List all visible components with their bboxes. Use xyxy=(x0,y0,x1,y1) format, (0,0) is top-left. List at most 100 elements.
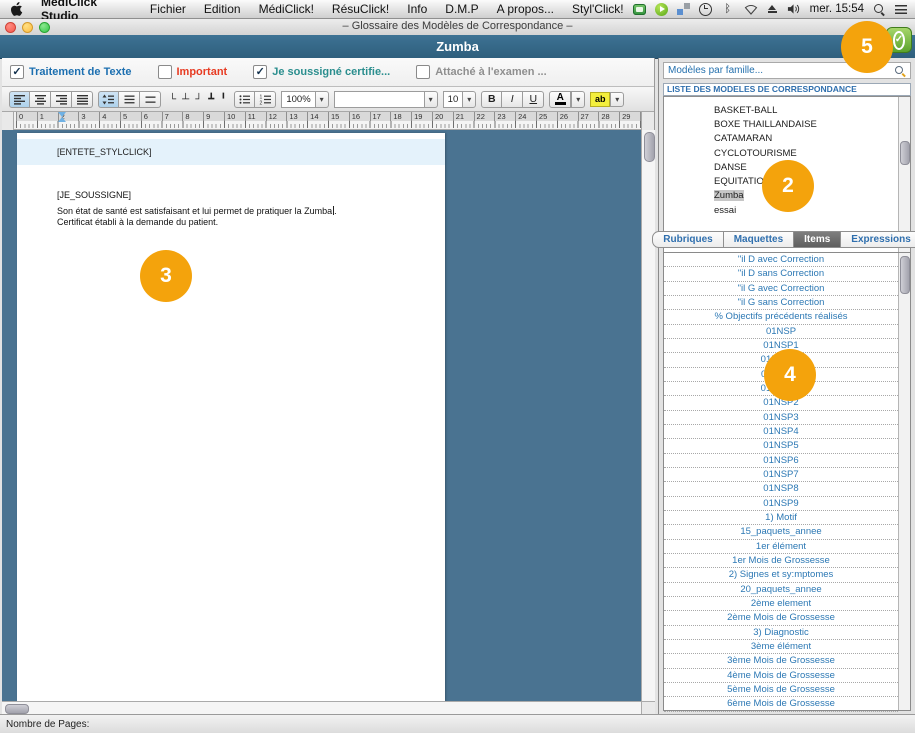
flag-checkbox[interactable]: Attaché à l'examen ... xyxy=(416,65,547,79)
item-list-row[interactable]: 2) Signes et sy:mptomes xyxy=(664,568,898,583)
status-bar: Nombre de Pages: xyxy=(0,714,915,733)
menu-item[interactable]: A propos... xyxy=(488,2,563,16)
notification-list-icon[interactable] xyxy=(895,4,907,14)
bluetooth-icon[interactable]: ᛒ xyxy=(721,2,735,16)
document-vertical-scrollbar[interactable] xyxy=(641,130,655,701)
items-scroll-thumb[interactable] xyxy=(900,256,910,294)
item-list-row[interactable]: 01NSP xyxy=(664,325,898,339)
menu-item[interactable]: RésuClick! xyxy=(323,2,398,16)
model-list-item[interactable]: BASKET-BALL xyxy=(664,103,898,117)
panel-tab[interactable]: Rubriques xyxy=(652,231,724,248)
align-right-button[interactable] xyxy=(51,90,72,108)
horizontal-scroll-thumb[interactable] xyxy=(5,703,29,714)
tab-stop-decimal-icon[interactable]: ┻ xyxy=(208,94,214,105)
menu-item[interactable]: Fichier xyxy=(141,2,195,16)
document-page[interactable]: [ENTETE_STYLCLICK] [JE_SOUSSIGNE] Son ét… xyxy=(17,133,445,701)
item-list-row[interactable]: 1) Motif xyxy=(664,511,898,526)
vertical-scroll-thumb[interactable] xyxy=(643,132,655,162)
item-list-row[interactable]: 01NSP4 xyxy=(664,425,898,440)
item-list-row[interactable]: 3ème élément xyxy=(664,640,898,655)
displays-status-icon[interactable] xyxy=(676,3,690,15)
font-color-button[interactable]: A xyxy=(549,90,572,108)
zoom-value[interactable]: 100% xyxy=(281,90,315,108)
highlight-button[interactable]: ab xyxy=(590,91,611,107)
italic-button[interactable]: I xyxy=(502,90,524,108)
spotlight-icon[interactable] xyxy=(873,3,886,16)
item-list-row[interactable]: "il D avec Correction xyxy=(664,253,898,268)
item-list-row[interactable]: 4ème Mois de Grossesse xyxy=(664,669,898,683)
item-list-row[interactable]: 3) Diagnostic xyxy=(664,626,898,640)
dmp-status-icon[interactable] xyxy=(632,3,646,15)
item-list-row[interactable]: 3ème Mois de Grossesse xyxy=(664,654,898,669)
menu-item[interactable]: MédiClick! xyxy=(250,2,323,16)
panel-tab[interactable]: Items xyxy=(794,231,842,248)
item-list-row[interactable]: 1er élément xyxy=(664,540,898,554)
item-list-row[interactable]: 01NSP6 xyxy=(664,454,898,468)
panel-tab[interactable]: Expressions xyxy=(841,231,915,248)
item-list-row[interactable]: 01NSP7 xyxy=(664,468,898,483)
time-machine-icon[interactable] xyxy=(698,2,712,16)
item-list-row[interactable]: "il D sans Correction xyxy=(664,267,898,282)
model-list-item[interactable]: CATAMARAN xyxy=(664,132,898,146)
item-list-row[interactable]: 2ème Mois de Grossesse xyxy=(664,611,898,626)
panel-tab[interactable]: Maquettes xyxy=(723,231,795,248)
item-list-row[interactable]: 6ème Mois de Grossesse xyxy=(664,697,898,712)
models-list-header: LISTE DES MODELES DE CORRESPONDANCE xyxy=(663,83,911,96)
menu-item[interactable]: Styl'Click! xyxy=(563,2,633,16)
menu-clock[interactable]: mer. 15:54 xyxy=(810,3,864,15)
item-list-row[interactable]: % Objectifs précédents réalisés xyxy=(664,310,898,325)
highlight-arrow-icon[interactable] xyxy=(610,91,625,107)
item-list-row[interactable]: 01NSP5 xyxy=(664,439,898,454)
search-icon[interactable] xyxy=(894,65,906,77)
item-list-row[interactable]: 01NSP9 xyxy=(664,497,898,511)
item-list-row[interactable]: 01NSP8 xyxy=(664,482,898,497)
double-space-button[interactable] xyxy=(140,90,161,108)
item-list-row[interactable]: 5ème Mois de Grossesse xyxy=(664,683,898,698)
item-list-row[interactable]: 15_paquets_annee xyxy=(664,525,898,540)
items-list: "il D avec Correction "il D sans Correct… xyxy=(663,252,911,712)
font-color-arrow-icon[interactable] xyxy=(571,90,586,108)
tab-stop-center-icon[interactable]: ┴ xyxy=(182,94,189,105)
tab-stop-left-icon[interactable]: └ xyxy=(169,94,176,105)
model-list-item[interactable]: BOXE THAILLANDAISE xyxy=(664,117,898,131)
font-dropdown-arrow-icon[interactable] xyxy=(423,90,438,108)
model-list-item[interactable]: CYCLOTOURISME xyxy=(664,146,898,160)
apple-menu-icon[interactable] xyxy=(10,1,23,17)
zoom-dropdown-arrow-icon[interactable] xyxy=(314,90,329,108)
font-size-dropdown-arrow-icon[interactable] xyxy=(462,90,477,108)
indent-marker[interactable] xyxy=(58,112,66,122)
numbered-list-button[interactable]: 12 xyxy=(255,90,277,108)
play-status-icon[interactable] xyxy=(654,2,668,16)
wifi-icon[interactable] xyxy=(744,2,758,16)
align-center-button[interactable] xyxy=(30,90,51,108)
items-scrollbar[interactable] xyxy=(898,253,910,710)
bold-button[interactable]: B xyxy=(481,90,503,108)
menu-item[interactable]: D.M.P xyxy=(436,2,487,16)
item-list-row[interactable]: 20_paquets_annee xyxy=(664,583,898,597)
item-list-row[interactable]: 2ème element xyxy=(664,597,898,612)
font-value[interactable] xyxy=(333,90,424,108)
tab-stop-right-icon[interactable]: ┘ xyxy=(195,94,202,105)
font-size-value[interactable]: 10 xyxy=(442,90,463,108)
item-list-row[interactable]: "il G avec Correction xyxy=(664,282,898,296)
item-list-row[interactable]: 01NSP3 xyxy=(664,411,898,425)
menu-item[interactable]: Info xyxy=(398,2,436,16)
flag-checkbox[interactable]: Important xyxy=(157,65,227,79)
volume-icon[interactable] xyxy=(787,2,801,16)
tab-stop-bar-icon[interactable]: ╹ xyxy=(220,94,226,105)
item-list-row[interactable]: "il G sans Correction xyxy=(664,296,898,311)
line-spacing-button[interactable] xyxy=(98,90,119,108)
underline-button[interactable]: U xyxy=(523,90,545,108)
document-flags-row: Traitement de Texte Important Je soussig… xyxy=(2,58,654,87)
eject-icon[interactable] xyxy=(767,4,778,15)
models-scroll-thumb[interactable] xyxy=(900,141,910,165)
bullet-list-button[interactable] xyxy=(234,90,256,108)
flag-checkbox[interactable]: Je soussigné certifie... xyxy=(253,65,390,79)
document-horizontal-scrollbar[interactable] xyxy=(2,701,641,714)
single-space-button[interactable] xyxy=(119,90,140,108)
menu-item[interactable]: Edition xyxy=(195,2,250,16)
item-list-row[interactable]: 1er Mois de Grossesse xyxy=(664,554,898,569)
align-left-button[interactable] xyxy=(9,90,30,108)
flag-checkbox[interactable]: Traitement de Texte xyxy=(10,65,132,79)
align-justify-button[interactable] xyxy=(72,90,93,108)
